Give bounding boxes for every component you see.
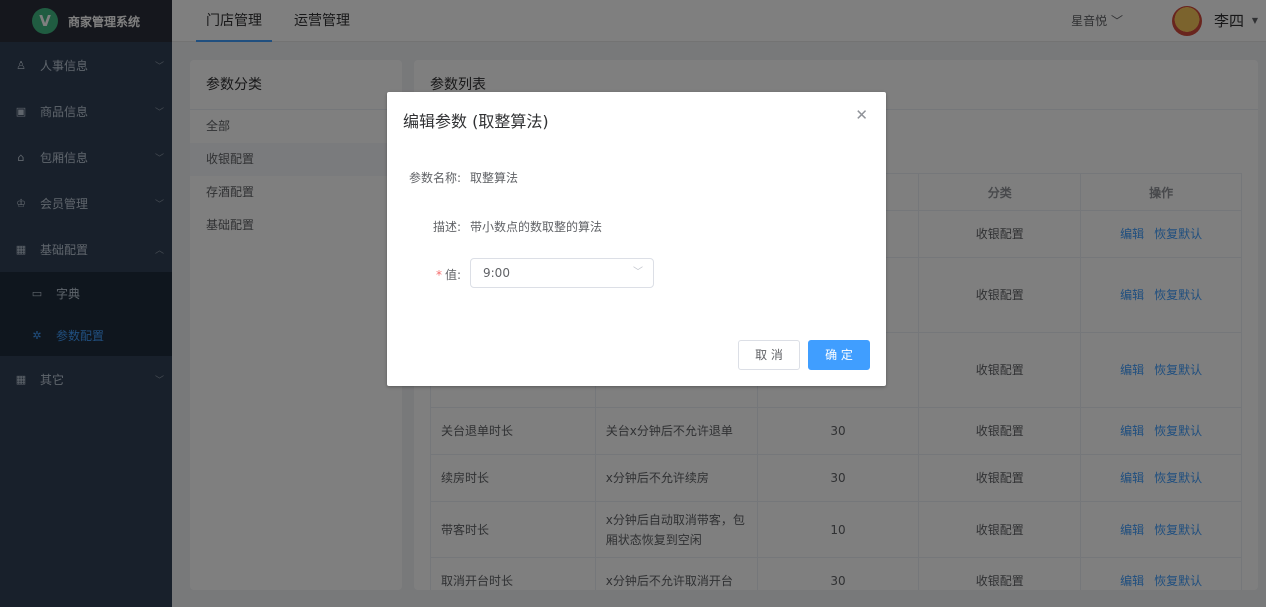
param-value-label-text: 值:: [444, 268, 461, 282]
param-name-value: 取整算法: [470, 171, 519, 185]
confirm-button[interactable]: 确 定: [808, 340, 870, 370]
param-name-label: 参数名称:: [408, 171, 461, 185]
close-icon[interactable]: ✕: [855, 106, 868, 124]
select-value: 9:00: [483, 266, 510, 280]
param-value-select[interactable]: 9:00 ﹀: [470, 258, 654, 288]
chevron-down-icon: ﹀: [633, 267, 643, 278]
param-value-label: * 值:: [387, 266, 461, 283]
edit-param-dialog: 编辑参数 (取整算法) ✕ 参数名称: 取整算法 描述: 带小数点的数取整的算法…: [387, 92, 886, 386]
cancel-button[interactable]: 取 消: [738, 340, 800, 370]
param-desc-value: 带小数点的数取整的算法: [470, 220, 603, 234]
param-desc-label: 描述:: [432, 220, 461, 234]
dialog-title: 编辑参数 (取整算法): [403, 112, 549, 131]
required-mark: *: [435, 268, 442, 282]
